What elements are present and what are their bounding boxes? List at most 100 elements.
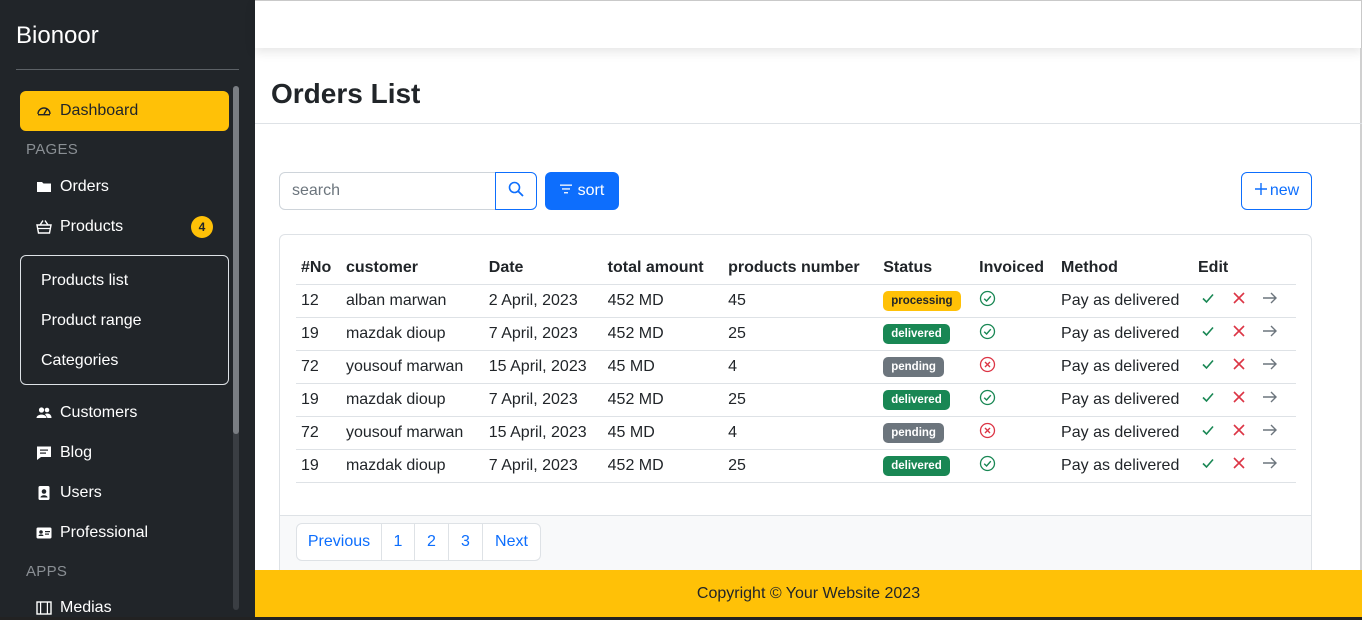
table-row[interactable]: 12 alban marwan 2 April, 2023 452 MD 45 proce…	[296, 284, 1296, 318]
sidebar-item-blog[interactable]: Blog	[20, 433, 229, 473]
cell-customer: yousouf marwan	[340, 350, 484, 384]
sort-button[interactable]: sort	[545, 172, 619, 210]
cell-products-number: 25	[723, 317, 879, 351]
status-badge: pending	[883, 356, 944, 377]
check-circle-icon	[979, 323, 996, 340]
table-row[interactable]: 19 mazdak dioup 7 April, 2023 452 MD 25 deliv…	[296, 449, 1296, 483]
cell-date: 15 April, 2023	[483, 416, 603, 450]
sidebar-item-label: Professional	[60, 524, 149, 541]
arrow-right-icon[interactable]	[1260, 291, 1280, 305]
arrow-right-icon[interactable]	[1260, 456, 1280, 470]
pagination-page-3[interactable]: 3	[449, 524, 483, 560]
pagination-previous[interactable]: Previous	[297, 524, 382, 560]
submenu-item-categories[interactable]: Categories	[41, 352, 118, 370]
column-header-status: Status	[878, 252, 975, 285]
cell-status: pending	[878, 350, 975, 384]
filter-icon	[559, 182, 572, 200]
cell-method: Pay as delivered	[1056, 383, 1193, 417]
sidebar-item-medias[interactable]: Medias	[20, 588, 229, 620]
check-icon[interactable]	[1198, 291, 1218, 305]
x-icon[interactable]	[1229, 357, 1249, 371]
cell-date: 7 April, 2023	[483, 449, 603, 483]
cell-products-number: 4	[723, 350, 879, 384]
table-row[interactable]: 19 mazdak dioup 7 April, 2023 452 MD 25 deliv…	[296, 383, 1296, 417]
sidebar-item-label: Customers	[60, 404, 138, 421]
cell-status: delivered	[878, 449, 975, 483]
sidebar-item-label: Products	[60, 218, 124, 235]
sidebar-item-label: Dashboard	[60, 102, 139, 119]
column-header-customer: customer	[340, 252, 484, 285]
sidebar-item-dashboard[interactable]: Dashboard	[20, 91, 229, 131]
pagination-page-1[interactable]: 1	[382, 524, 415, 560]
sidebar-item-professional[interactable]: Professional	[20, 513, 229, 553]
copyright-text: Copyright © Your Website 2023	[696, 584, 921, 602]
check-circle-icon	[979, 455, 996, 472]
cell-edit-actions	[1193, 284, 1296, 318]
arrow-right-icon[interactable]	[1260, 324, 1280, 338]
check-icon[interactable]	[1198, 390, 1218, 404]
x-icon[interactable]	[1229, 456, 1249, 470]
arrow-right-icon[interactable]	[1260, 357, 1280, 371]
plus-icon	[1254, 182, 1268, 201]
cell-date: 2 April, 2023	[483, 284, 603, 318]
brand-title[interactable]: Bionoor	[16, 22, 99, 50]
column-header-edit: Edit	[1193, 252, 1296, 285]
search-button[interactable]	[495, 172, 537, 210]
cell-amount: 452 MD	[602, 449, 724, 483]
status-badge: delivered	[883, 389, 950, 410]
sidebar-item-orders[interactable]: Orders	[20, 167, 229, 207]
sidebar-item-customers[interactable]: Customers	[20, 393, 229, 433]
cell-amount: 45 MD	[602, 416, 724, 450]
chat-icon	[36, 445, 52, 461]
cell-amount: 45 MD	[602, 350, 724, 384]
sidebar-item-label: Orders	[60, 178, 109, 195]
cell-amount: 452 MD	[602, 383, 724, 417]
x-icon[interactable]	[1229, 291, 1249, 305]
pagination-next[interactable]: Next	[483, 524, 540, 560]
sidebar-item-users[interactable]: Users	[20, 473, 229, 513]
submenu-item-products-list[interactable]: Products list	[41, 272, 128, 290]
x-icon[interactable]	[1229, 324, 1249, 338]
products-submenu: Products list Product range Categories	[20, 255, 229, 385]
cell-products-number: 25	[723, 449, 879, 483]
cell-edit-actions	[1193, 350, 1296, 384]
column-header-total-amount: total amount	[602, 252, 724, 285]
cell-edit-actions	[1193, 449, 1296, 483]
check-circle-icon	[979, 290, 996, 307]
status-badge: delivered	[883, 455, 950, 476]
id-card-icon	[36, 525, 52, 541]
cell-method: Pay as delivered	[1056, 449, 1193, 483]
table-row[interactable]: 72 yousouf marwan 15 April, 2023 45 MD 4 pend…	[296, 350, 1296, 384]
sidebar-scrollbar-thumb[interactable]	[233, 86, 239, 434]
cell-invoiced	[974, 416, 1057, 450]
new-order-button[interactable]: new	[1241, 172, 1312, 210]
table-row[interactable]: 19 mazdak dioup 7 April, 2023 452 MD 25 deliv…	[296, 317, 1296, 351]
check-icon[interactable]	[1198, 423, 1218, 437]
cell-customer: mazdak dioup	[340, 449, 484, 483]
column-header-products-number: products number	[723, 252, 879, 285]
cell-edit-actions	[1193, 383, 1296, 417]
check-icon[interactable]	[1198, 357, 1218, 371]
cell-products-number: 25	[723, 383, 879, 417]
check-icon[interactable]	[1198, 456, 1218, 470]
submenu-item-product-range[interactable]: Product range	[41, 312, 142, 330]
sidebar-item-products[interactable]: Products 4	[20, 207, 229, 247]
arrow-right-icon[interactable]	[1260, 390, 1280, 404]
x-icon[interactable]	[1229, 423, 1249, 437]
cell-customer: mazdak dioup	[340, 383, 484, 417]
check-icon[interactable]	[1198, 324, 1218, 338]
person-badge-icon	[36, 485, 52, 501]
arrow-right-icon[interactable]	[1260, 423, 1280, 437]
title-divider	[255, 123, 1362, 124]
cell-products-number: 4	[723, 416, 879, 450]
cell-products-number: 45	[723, 284, 879, 318]
cell-invoiced	[974, 317, 1057, 351]
search-input[interactable]	[279, 172, 497, 210]
sidebar-scrollbar[interactable]	[233, 86, 239, 610]
column-header-no: #No	[296, 252, 341, 285]
pagination-page-2[interactable]: 2	[415, 524, 449, 560]
table-row[interactable]: 72 yousouf marwan 15 April, 2023 45 MD 4 pend…	[296, 416, 1296, 450]
x-icon[interactable]	[1229, 390, 1249, 404]
cell-method: Pay as delivered	[1056, 317, 1193, 351]
column-header-date: Date	[483, 252, 603, 285]
